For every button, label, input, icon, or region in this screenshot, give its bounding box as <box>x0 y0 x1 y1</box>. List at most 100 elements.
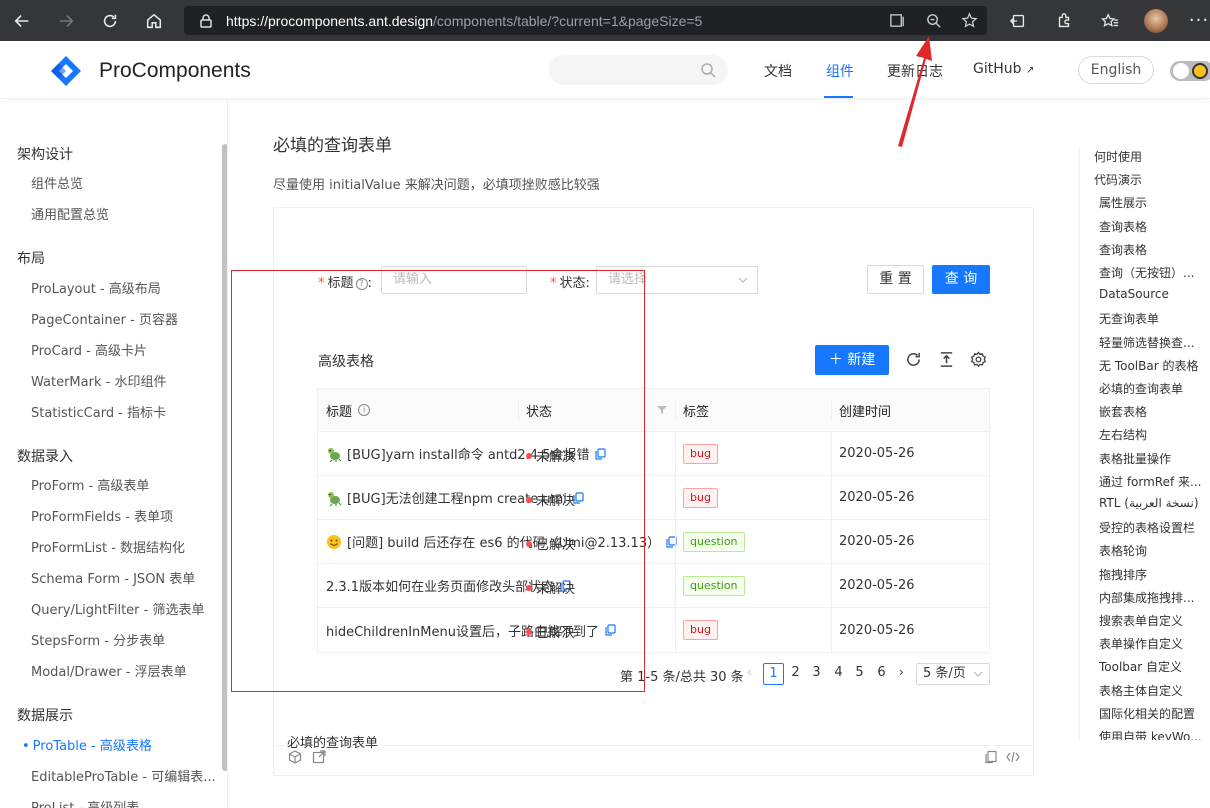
menu-github[interactable]: GitHub ↗ <box>973 61 1034 77</box>
title-input[interactable]: 请输入 <box>381 266 527 294</box>
more-icon[interactable]: ··· <box>1179 10 1210 31</box>
sidebar-item-proform[interactable]: ProForm - 高级表单 <box>31 475 149 494</box>
cell-title[interactable]: [BUG]无法创建工程npm create umi <box>318 476 678 519</box>
page-3[interactable]: 3 <box>806 663 827 685</box>
toc-item[interactable]: DataSource <box>1099 287 1169 301</box>
toc-item[interactable]: 国际化相关的配置 <box>1099 705 1195 722</box>
help-icon[interactable]: ? <box>355 278 368 290</box>
procomponents-logo-icon[interactable] <box>49 54 83 88</box>
favorites-icon[interactable] <box>1087 0 1133 41</box>
forward-icon[interactable] <box>44 0 88 41</box>
sidebar-scrollbar[interactable] <box>222 144 227 771</box>
toc-item[interactable]: 代码演示 <box>1094 171 1142 188</box>
status-select[interactable]: 请选择 <box>596 266 758 294</box>
codesandbox-icon[interactable] <box>288 750 302 764</box>
open-in-new-window-icon[interactable] <box>312 750 326 764</box>
toc-item[interactable]: 查询（无按钮）... <box>1099 264 1194 281</box>
zoom-out-icon[interactable] <box>915 6 951 35</box>
menu-components[interactable]: 组件 <box>826 61 854 81</box>
sidebar-item-stepsform[interactable]: StepsForm - 分步表单 <box>31 630 165 649</box>
toc-item[interactable]: 左右结构 <box>1099 426 1147 443</box>
language-button[interactable]: English <box>1078 56 1154 84</box>
toc-item[interactable]: 嵌套表格 <box>1099 403 1147 420</box>
tab-actions-icon[interactable] <box>995 0 1041 41</box>
page-5[interactable]: 5 <box>849 663 870 685</box>
cell-title[interactable]: [BUG]yarn install命令 antd2.4.5会报错 <box>318 432 678 475</box>
extensions-icon[interactable] <box>1041 0 1087 41</box>
column-header-status[interactable]: 状态 <box>518 389 675 431</box>
toc-item[interactable]: 受控的表格设置栏 <box>1099 519 1195 536</box>
filter-icon[interactable] <box>657 405 667 415</box>
sidebar-item-proformlist[interactable]: ProFormList - 数据结构化 <box>31 537 185 556</box>
lock-icon[interactable] <box>198 13 214 29</box>
refresh-icon[interactable] <box>88 0 132 41</box>
copy-icon[interactable] <box>595 447 607 460</box>
sidebar-item-prolist[interactable]: ProList - 高级列表 <box>31 797 139 808</box>
sidebar-item-proformfields[interactable]: ProFormFields - 表单项 <box>31 506 173 525</box>
toc-item[interactable]: 表格批量操作 <box>1099 450 1171 467</box>
home-icon[interactable] <box>132 0 176 41</box>
back-icon[interactable] <box>0 0 44 41</box>
settings-icon[interactable] <box>970 351 987 368</box>
toc-item[interactable]: 搜索表单自定义 <box>1099 612 1183 629</box>
copy-code-icon[interactable] <box>984 750 998 764</box>
brand-name[interactable]: ProComponents <box>99 59 251 83</box>
cell-title[interactable]: hideChildrenInMenu设置后，子路由找不到了 <box>318 608 678 652</box>
query-button[interactable]: 查 询 <box>932 265 990 294</box>
cell-title[interactable]: [问题] build 后还存在 es6 的代码（Umi@2.13.13） <box>318 520 678 563</box>
toc-item[interactable]: 表格轮询 <box>1099 542 1147 559</box>
sidebar-item-modaldrawer[interactable]: Modal/Drawer - 浮层表单 <box>31 661 187 680</box>
toc-item[interactable]: 表单操作自定义 <box>1099 635 1183 652</box>
add-favorite-icon[interactable] <box>951 6 987 35</box>
toc-item[interactable]: 属性展示 <box>1099 194 1147 211</box>
toc-item[interactable]: 内部集成拖拽排... <box>1099 589 1194 606</box>
toc-item[interactable]: 无查询表单 <box>1099 310 1159 327</box>
toc-item[interactable]: 必填的查询表单 <box>1099 380 1183 397</box>
page-6[interactable]: 6 <box>871 663 892 685</box>
sidebar-item-prolayout[interactable]: ProLayout - 高级布局 <box>31 278 161 297</box>
theme-toggle[interactable] <box>1170 61 1210 81</box>
page-1[interactable]: 1 <box>763 663 784 685</box>
new-button[interactable]: ＋ 新建 <box>815 345 889 375</box>
url-text[interactable]: https://procomponents.ant.design/compone… <box>226 13 702 29</box>
sidebar-item-queryfilter[interactable]: Query/LightFilter - 筛选表单 <box>31 599 204 618</box>
page-size-select[interactable]: 5 条/页 <box>916 663 990 685</box>
address-bar[interactable]: https://procomponents.ant.design/compone… <box>184 6 987 35</box>
toc-item[interactable]: 使用自带 keyWo... <box>1099 728 1202 740</box>
toc-item[interactable]: 拖拽排序 <box>1099 566 1147 583</box>
page-2[interactable]: 2 <box>785 663 806 685</box>
profile-avatar[interactable] <box>1133 0 1179 41</box>
menu-changelog[interactable]: 更新日志 <box>887 61 943 81</box>
sidebar-item-overview[interactable]: 组件总览 <box>31 173 83 192</box>
prev-page-icon[interactable]: ‹ <box>747 665 752 679</box>
sidebar-item-schemaform[interactable]: Schema Form - JSON 表单 <box>31 568 195 587</box>
toc-item[interactable]: 表格主体自定义 <box>1099 682 1183 699</box>
reload-icon[interactable] <box>905 351 922 368</box>
sidebar-item-pagecontainer[interactable]: PageContainer - 页容器 <box>31 309 178 328</box>
column-header-title[interactable]: 标题 i <box>318 389 518 431</box>
cell-title[interactable]: 2.3.1版本如何在业务页面修改头部状态 <box>318 564 678 607</box>
sidebar-item-procard[interactable]: ProCard - 高级卡片 <box>31 340 147 359</box>
toc-item[interactable]: 何时使用 <box>1094 148 1142 165</box>
sidebar-item-editableprotable[interactable]: EditableProTable - 可编辑表... <box>31 766 216 785</box>
copy-icon[interactable] <box>605 624 616 636</box>
toc-item[interactable]: 通过 formRef 来... <box>1099 473 1201 490</box>
sidebar-item-protable[interactable]: ProTable - 高级表格 <box>22 735 152 754</box>
toc-item[interactable]: RTL (نسخة العربية) <box>1099 496 1199 510</box>
sidebar-item-config-overview[interactable]: 通用配置总览 <box>31 204 109 223</box>
toc-item[interactable]: 无 ToolBar 的表格 <box>1099 357 1198 374</box>
sidebar-item-watermark[interactable]: WaterMark - 水印组件 <box>31 371 166 390</box>
density-icon[interactable] <box>938 351 955 368</box>
toc-item[interactable]: Toolbar 自定义 <box>1099 658 1182 675</box>
page-4[interactable]: 4 <box>828 663 849 685</box>
info-icon[interactable]: i <box>358 404 371 416</box>
toc-item[interactable]: 轻量筛选替换查... <box>1099 334 1194 351</box>
site-search-input[interactable] <box>549 55 728 85</box>
reader-mode-icon[interactable] <box>879 6 915 35</box>
reset-button[interactable]: 重 置 <box>867 265 924 294</box>
toc-item[interactable]: 查询表格 <box>1099 241 1147 258</box>
menu-docs[interactable]: 文档 <box>764 61 792 81</box>
column-header-created[interactable]: 创建时间 <box>831 389 991 431</box>
toc-item[interactable]: 查询表格 <box>1099 218 1147 235</box>
next-page-icon[interactable]: › <box>899 665 904 679</box>
